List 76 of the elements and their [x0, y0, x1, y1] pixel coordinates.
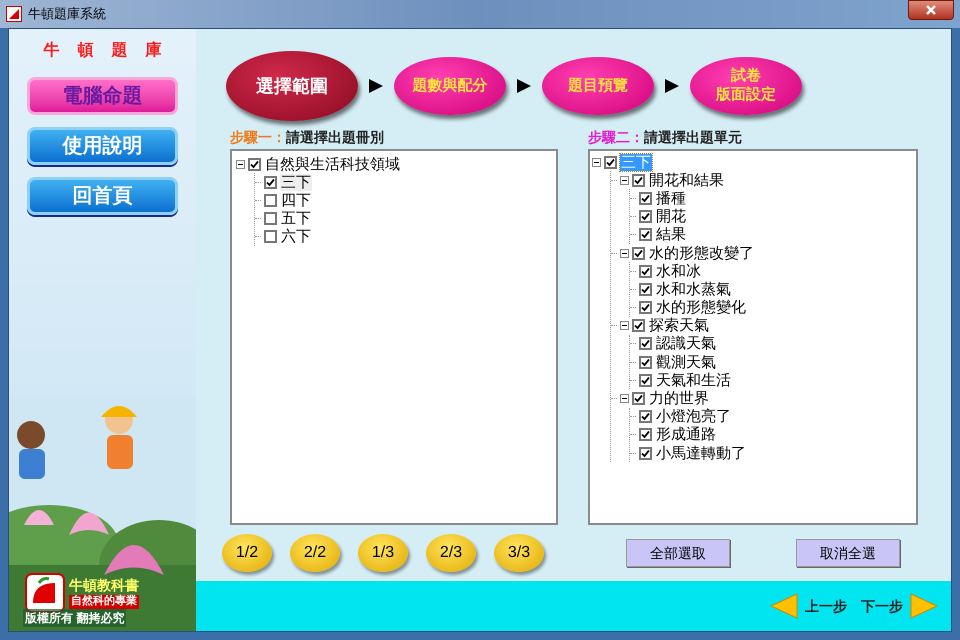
checkbox[interactable] — [639, 356, 652, 369]
logo-slogan: 自然科的專業 — [69, 594, 139, 609]
checkbox[interactable] — [639, 337, 652, 350]
page-button[interactable]: 3/3 — [494, 534, 544, 572]
checkbox[interactable] — [639, 282, 652, 296]
previous-step-link[interactable]: 上一步 — [805, 596, 847, 616]
tree-item[interactable]: 小燈泡亮了 — [655, 408, 732, 426]
checkbox[interactable] — [639, 301, 652, 314]
tree-item[interactable]: 六下 — [280, 228, 312, 246]
tree-item[interactable]: 開花和結果 — [648, 172, 725, 189]
collapse-toggle[interactable] — [620, 321, 629, 330]
checkbox[interactable] — [264, 212, 277, 226]
next-step-link[interactable]: 下一步 — [861, 596, 903, 616]
tree-item[interactable]: 三下 — [280, 174, 312, 191]
tree-item[interactable]: 認識天氣 — [655, 335, 717, 352]
step-button[interactable]: 選擇範圍 — [226, 51, 358, 121]
step-title: 請選擇出題單元 — [644, 128, 742, 147]
collapse-toggle[interactable] — [592, 158, 601, 167]
page-button[interactable]: 2/2 — [290, 534, 340, 572]
unit-tree[interactable]: 三下 開花和結果 播種 開花 結果 水的形態改變了 水和冰 水和水蒸氣 水的形態變化 探索天氣 認識天氣 觀測天氣 天氣和生活 力的世界 小燈泡亮了 形成通路 小馬達轉動了 — [588, 149, 918, 525]
checkbox[interactable] — [639, 428, 652, 442]
checkbox[interactable] — [639, 410, 652, 424]
copyright-text: 版權所有 翻拷必究 — [23, 609, 126, 627]
checkbox[interactable] — [248, 158, 261, 171]
tree-item[interactable]: 力的世界 — [648, 390, 710, 408]
page-button[interactable]: 1/3 — [358, 534, 408, 572]
action-button[interactable]: 全部選取 — [626, 539, 730, 567]
logo-name: 牛頓教科書 — [69, 577, 139, 594]
checkbox[interactable] — [632, 392, 645, 406]
tree-item[interactable]: 水的形態變化 — [655, 299, 747, 316]
tree-item[interactable]: 小馬達轉動了 — [655, 444, 747, 462]
checkbox[interactable] — [264, 194, 277, 207]
arrow-icon — [664, 78, 680, 94]
tree-item[interactable]: 自然與生活科技領域 — [264, 156, 401, 173]
checkbox[interactable] — [264, 230, 277, 244]
tree-item[interactable]: 結果 — [655, 226, 687, 244]
tree-item[interactable]: 探索天氣 — [648, 317, 710, 334]
action-button[interactable]: 取消全選 — [796, 539, 900, 567]
app-icon — [6, 6, 22, 22]
tree-item[interactable]: 播種 — [655, 190, 687, 207]
arrow-icon — [368, 78, 384, 94]
step-label: 步驟二： — [588, 128, 644, 147]
tree-item[interactable]: 天氣和生活 — [655, 372, 732, 389]
checkbox[interactable] — [632, 174, 645, 187]
collapse-toggle[interactable] — [620, 176, 629, 185]
step-title: 請選擇出題冊別 — [286, 128, 384, 147]
checkbox[interactable] — [639, 192, 652, 205]
collapse-toggle[interactable] — [236, 160, 245, 169]
checkbox[interactable] — [639, 210, 652, 224]
tree-item[interactable]: 觀測天氣 — [655, 354, 717, 371]
step-label: 步驟一： — [230, 128, 286, 147]
tree-item[interactable]: 水和冰 — [655, 262, 702, 280]
volume-tree[interactable]: 自然與生活科技領域 三下 四下 五下 六下 — [230, 149, 558, 525]
collapse-toggle[interactable] — [620, 394, 629, 404]
brand-title: 牛頓題庫 — [42, 40, 180, 61]
tree-item[interactable]: 水的形態改變了 — [648, 244, 755, 262]
page-button[interactable]: 2/3 — [426, 534, 476, 572]
checkbox[interactable] — [639, 374, 652, 387]
checkbox[interactable] — [639, 446, 652, 460]
checkbox[interactable] — [632, 319, 645, 332]
tree-item[interactable]: 開花 — [655, 208, 687, 226]
tree-item[interactable]: 形成通路 — [655, 426, 717, 444]
tree-item[interactable]: 四下 — [280, 192, 312, 209]
checkbox[interactable] — [639, 264, 652, 278]
checkbox[interactable] — [264, 176, 277, 189]
tree-item[interactable]: 五下 — [280, 210, 312, 228]
page-button[interactable]: 1/2 — [222, 534, 272, 572]
checkbox[interactable] — [632, 246, 645, 260]
close-icon — [925, 5, 937, 15]
checkbox[interactable] — [604, 156, 617, 169]
close-button[interactable] — [908, 0, 954, 20]
arrow-icon — [516, 78, 532, 94]
collapse-toggle[interactable] — [620, 248, 629, 258]
tree-item[interactable]: 水和水蒸氣 — [655, 280, 732, 298]
window-title: 牛頓題庫系統 — [28, 5, 106, 24]
checkbox[interactable] — [639, 228, 652, 242]
